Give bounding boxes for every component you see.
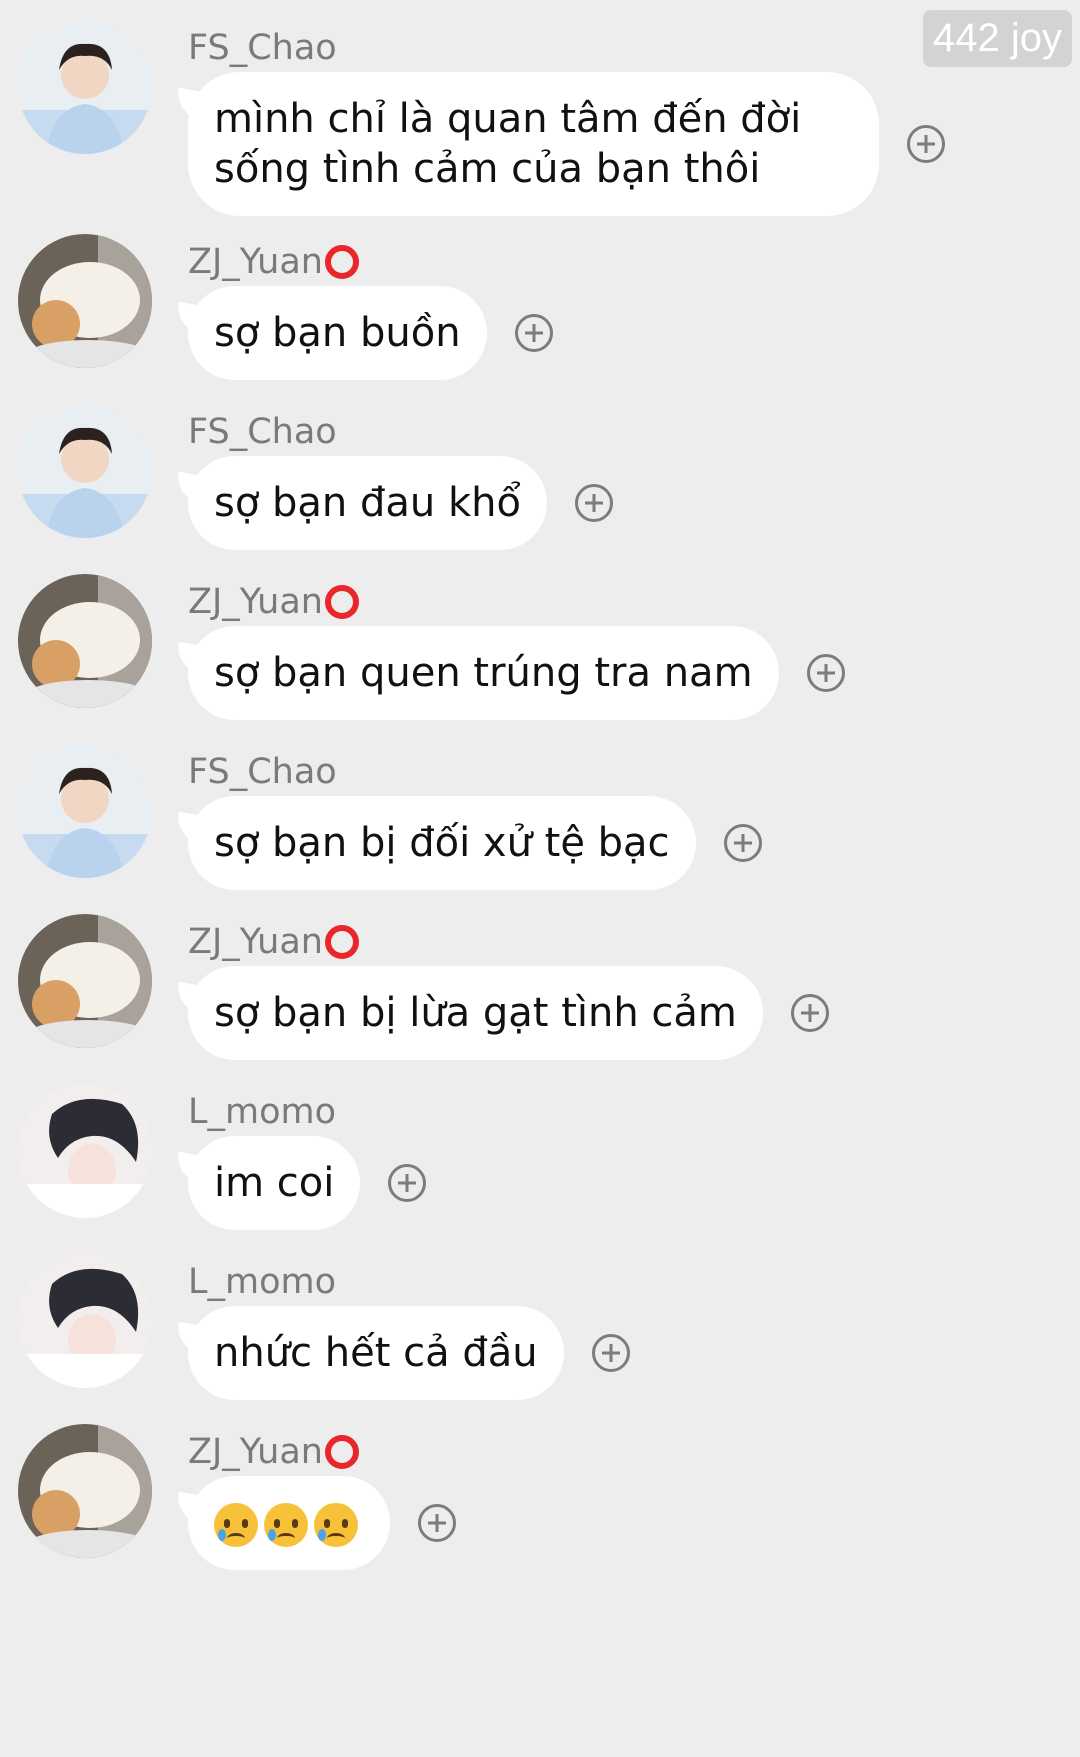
- plus-circle-icon[interactable]: [723, 824, 762, 862]
- username[interactable]: ZJ_Yuan: [188, 582, 359, 622]
- message-text: im coi: [214, 1160, 335, 1206]
- username[interactable]: FS_Chao: [188, 752, 337, 792]
- message-item: ZJ_Yuan sợ bạn quen trúng tra nam: [0, 574, 1080, 764]
- plus-circle-icon[interactable]: [790, 994, 829, 1032]
- message-item: FS_Chao sợ bạn đau khổ: [0, 404, 1080, 594]
- message-text: sợ bạn đau khổ: [214, 480, 521, 526]
- message-bubble[interactable]: sợ bạn bị đối xử tệ bạc: [188, 796, 696, 890]
- avatar[interactable]: [18, 1084, 152, 1218]
- message-bubble[interactable]: mình chỉ là quan tâm đến đời sống tình c…: [188, 72, 880, 216]
- avatar[interactable]: [18, 234, 152, 368]
- message-item: ZJ_Yuan sợ bạn bị lừa gạt tình cảm: [0, 914, 1080, 1104]
- plus-circle-icon[interactable]: [388, 1164, 427, 1202]
- plus-circle-icon[interactable]: [806, 654, 845, 692]
- username[interactable]: ZJ_Yuan: [188, 242, 359, 282]
- username-text: L_momo: [188, 1262, 337, 1302]
- message-item: FS_Chao sợ bạn bị đối xử tệ bạc: [0, 744, 1080, 934]
- message-item: L_momo im coi: [0, 1084, 1080, 1274]
- username[interactable]: FS_Chao: [188, 28, 337, 68]
- username-text: L_momo: [188, 1092, 337, 1132]
- username[interactable]: L_momo: [188, 1262, 336, 1302]
- username-text: ZJ_Yuan: [188, 582, 323, 622]
- crying-face-emoji: [314, 1503, 358, 1547]
- plus-circle-icon[interactable]: [514, 314, 553, 352]
- message-line: mình chỉ là quan tâm đến đời: [214, 96, 802, 142]
- red-circle-icon: [324, 585, 359, 619]
- message-text: nhức hết cả đầu: [214, 1330, 538, 1376]
- username-text: ZJ_Yuan: [188, 922, 323, 962]
- username-text: FS_Chao: [188, 28, 337, 68]
- avatar[interactable]: [18, 1254, 152, 1388]
- plus-circle-icon[interactable]: [591, 1334, 630, 1372]
- message-bubble[interactable]: sợ bạn bị lừa gạt tình cảm: [188, 966, 763, 1060]
- username[interactable]: ZJ_Yuan: [188, 922, 359, 962]
- avatar[interactable]: [18, 20, 152, 154]
- red-circle-icon: [324, 925, 359, 959]
- username-text: FS_Chao: [188, 412, 337, 452]
- message-bubble[interactable]: im coi: [188, 1136, 361, 1230]
- message-item: FS_Chao mình chỉ là quan tâm đến đời sốn…: [0, 20, 1080, 216]
- message-item: ZJ_Yuan sợ bạn buồn: [0, 234, 1080, 424]
- avatar[interactable]: [18, 404, 152, 538]
- message-bubble[interactable]: sợ bạn đau khổ: [188, 456, 547, 550]
- username-text: ZJ_Yuan: [188, 1432, 323, 1472]
- username[interactable]: FS_Chao: [188, 412, 337, 452]
- message-text: sợ bạn bị đối xử tệ bạc: [214, 820, 670, 866]
- avatar[interactable]: [18, 744, 152, 878]
- red-circle-icon: [324, 245, 359, 279]
- message-item: L_momo nhức hết cả đầu: [0, 1254, 1080, 1444]
- username[interactable]: L_momo: [188, 1092, 336, 1132]
- avatar[interactable]: [18, 1424, 152, 1558]
- message-bubble[interactable]: nhức hết cả đầu: [188, 1306, 564, 1400]
- message-line: sống tình cảm của bạn thôi: [214, 146, 761, 192]
- message-text: sợ bạn bị lừa gạt tình cảm: [214, 990, 737, 1036]
- message-item: ZJ_Yuan: [0, 1424, 1080, 1614]
- avatar[interactable]: [18, 914, 152, 1048]
- message-text: sợ bạn quen trúng tra nam: [214, 650, 753, 696]
- red-circle-icon: [324, 1435, 359, 1469]
- plus-circle-icon[interactable]: [574, 484, 613, 522]
- message-bubble[interactable]: sợ bạn quen trúng tra nam: [188, 626, 779, 720]
- plus-circle-icon[interactable]: [418, 1504, 456, 1542]
- message-text: sợ bạn buồn: [214, 310, 461, 356]
- avatar[interactable]: [18, 574, 152, 708]
- message-bubble[interactable]: [188, 1476, 390, 1570]
- crying-face-emoji: [264, 1503, 308, 1547]
- message-bubble[interactable]: sợ bạn buồn: [188, 286, 487, 380]
- username-text: FS_Chao: [188, 752, 337, 792]
- plus-circle-icon[interactable]: [907, 125, 946, 163]
- username-text: ZJ_Yuan: [188, 242, 323, 282]
- crying-face-emoji: [214, 1503, 258, 1547]
- username[interactable]: ZJ_Yuan: [188, 1432, 359, 1472]
